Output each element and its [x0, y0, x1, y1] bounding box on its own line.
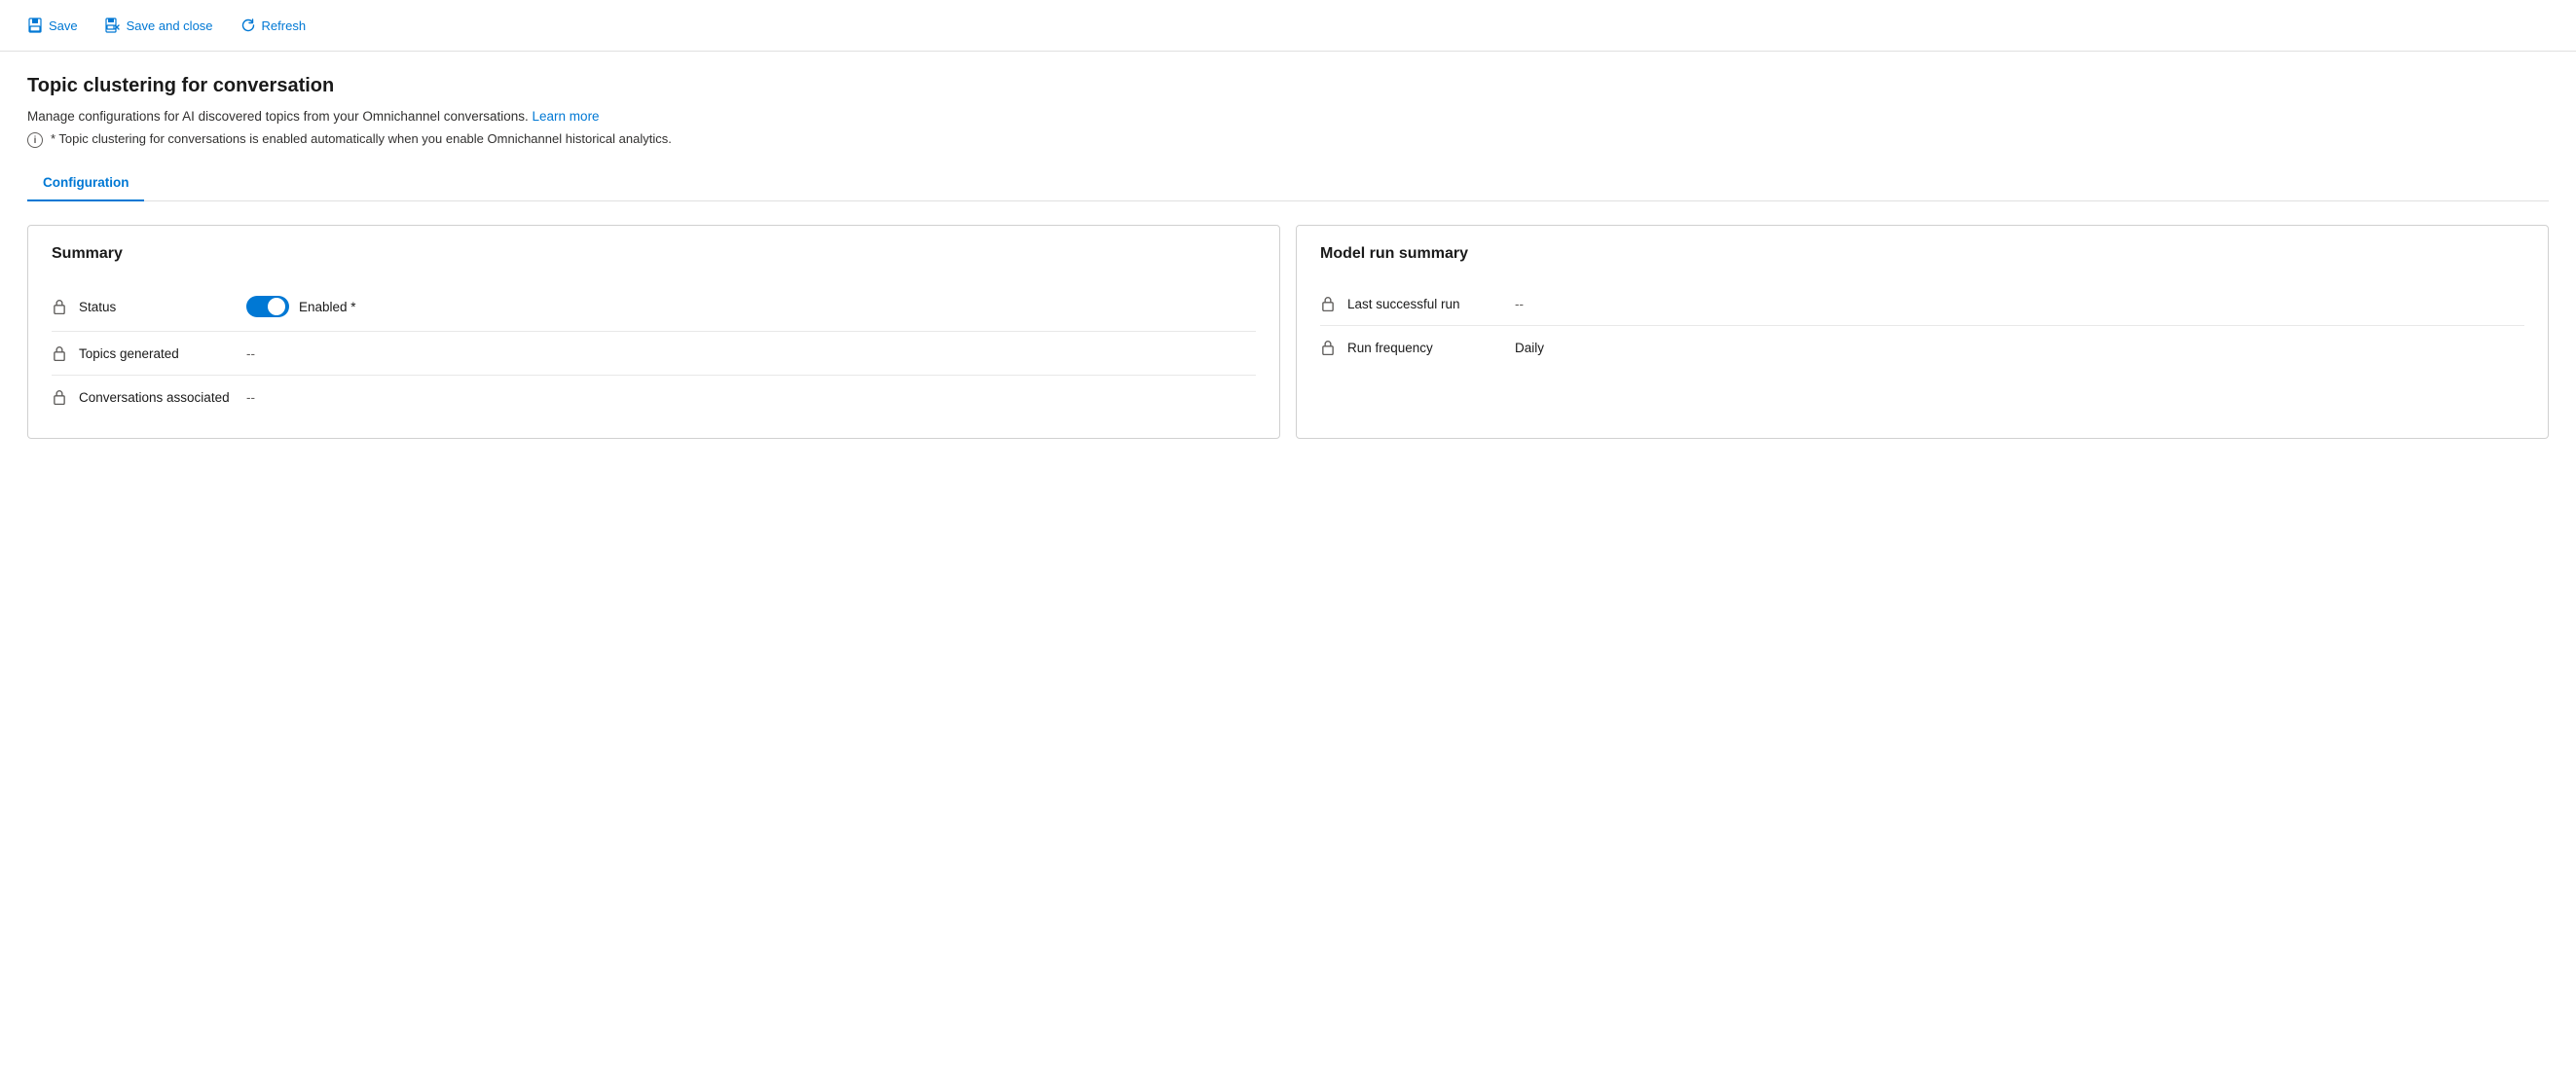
- run-frequency-lock-icon: [1320, 340, 1336, 355]
- description-text: Manage configurations for AI discovered …: [27, 109, 529, 124]
- refresh-icon: [240, 18, 256, 33]
- page-description: Manage configurations for AI discovered …: [27, 109, 2549, 124]
- status-field-row: Status Enabled *: [52, 282, 1256, 332]
- last-run-field-row: Last successful run --: [1320, 282, 2524, 326]
- save-close-icon: [105, 18, 121, 33]
- tabs-container: Configuration: [27, 167, 2549, 201]
- run-frequency-field-row: Run frequency Daily: [1320, 326, 2524, 369]
- info-icon: i: [27, 132, 43, 148]
- page-title: Topic clustering for conversation: [27, 75, 2549, 97]
- toolbar: Save Save and close Refresh: [0, 0, 2576, 52]
- conversations-field-row: Conversations associated --: [52, 376, 1256, 418]
- conversations-lock-icon: [52, 389, 67, 405]
- learn-more-link[interactable]: Learn more: [533, 109, 600, 124]
- run-frequency-value: Daily: [1515, 341, 1544, 355]
- model-run-card: Model run summary Last successful run --: [1296, 225, 2549, 439]
- save-label: Save: [49, 18, 78, 33]
- status-lock-icon: [52, 299, 67, 314]
- cards-row: Summary Status Enabled *: [27, 225, 2549, 439]
- topics-generated-field-row: Topics generated --: [52, 332, 1256, 376]
- save-icon: [27, 18, 43, 33]
- last-run-lock-icon: [1320, 296, 1336, 311]
- info-note-text: * Topic clustering for conversations is …: [51, 131, 672, 146]
- topics-generated-value: --: [246, 346, 255, 361]
- conversations-associated-label: Conversations associated: [79, 390, 235, 405]
- tab-configuration-label: Configuration: [43, 175, 129, 190]
- save-close-button[interactable]: Save and close: [93, 12, 225, 39]
- status-toggle[interactable]: [246, 296, 289, 317]
- save-button[interactable]: Save: [16, 12, 90, 39]
- status-toggle-label: Enabled *: [299, 300, 356, 314]
- main-content: Topic clustering for conversation Manage…: [0, 52, 2576, 462]
- last-run-value: --: [1515, 297, 1524, 311]
- conversations-associated-value: --: [246, 390, 255, 405]
- status-label: Status: [79, 300, 235, 314]
- tab-configuration[interactable]: Configuration: [27, 167, 144, 201]
- last-run-label: Last successful run: [1347, 297, 1503, 311]
- topics-lock-icon: [52, 345, 67, 361]
- refresh-label: Refresh: [262, 18, 307, 33]
- summary-card-title: Summary: [52, 245, 1256, 263]
- model-run-card-title: Model run summary: [1320, 245, 2524, 263]
- topics-generated-label: Topics generated: [79, 346, 235, 361]
- info-note: i * Topic clustering for conversations i…: [27, 131, 2549, 148]
- refresh-button[interactable]: Refresh: [229, 12, 318, 39]
- run-frequency-label: Run frequency: [1347, 341, 1503, 355]
- status-toggle-container: Enabled *: [246, 296, 356, 317]
- summary-card: Summary Status Enabled *: [27, 225, 1280, 439]
- save-close-label: Save and close: [127, 18, 213, 33]
